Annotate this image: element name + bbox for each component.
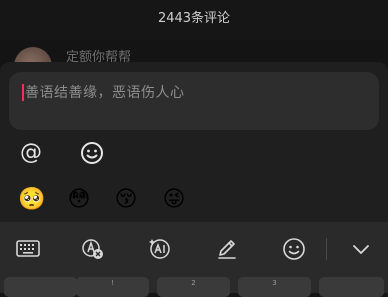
text-caret xyxy=(22,84,24,101)
handwriting-icon xyxy=(218,240,236,259)
keyboard-key[interactable] xyxy=(4,277,77,297)
keyboard-key[interactable]: ! xyxy=(76,277,149,297)
keyboard-key[interactable]: 3 xyxy=(238,277,311,297)
translate-icon xyxy=(82,239,103,259)
collapse-chevron-icon xyxy=(353,245,369,254)
keyboard-key[interactable]: 2 xyxy=(157,277,230,297)
translate-button[interactable] xyxy=(78,234,108,264)
toolbar-divider xyxy=(326,238,327,260)
keyboard-key[interactable] xyxy=(319,277,384,297)
emoji-panel-button[interactable] xyxy=(279,234,309,264)
mention-button[interactable]: @ xyxy=(18,141,44,165)
comment-count-title: 2443条评论 xyxy=(157,11,231,26)
smiley-face-icon xyxy=(81,142,103,164)
at-icon: @ xyxy=(20,140,42,165)
comments-header: 2443条评论 xyxy=(0,0,388,40)
keyboard-button[interactable] xyxy=(13,234,43,264)
emoji-pleading[interactable]: 🥺 xyxy=(17,185,47,215)
emoji-winking-tongue[interactable]: 😜 xyxy=(159,185,189,215)
comment-input[interactable]: 善语结善缘，恶语伤人心 xyxy=(9,72,379,130)
collapse-keyboard-button[interactable] xyxy=(346,234,376,264)
emoji-kissing[interactable]: 😚 xyxy=(111,185,141,215)
ai-assistant-button[interactable] xyxy=(145,234,175,264)
comment-placeholder: 善语结善缘，恶语伤人心 xyxy=(25,85,185,101)
keyboard-toolbar: ! 2 3 xyxy=(0,222,388,297)
quick-emoji-row: 🥺 😳 😚 😜 xyxy=(0,185,388,215)
emoji-flushed[interactable]: 😳 xyxy=(64,185,94,215)
handwriting-button[interactable] xyxy=(212,234,242,264)
keyboard-icon xyxy=(16,240,40,257)
emoji-button[interactable] xyxy=(79,141,105,165)
ai-assistant-icon xyxy=(149,239,170,259)
emoji-panel-icon xyxy=(283,238,305,260)
